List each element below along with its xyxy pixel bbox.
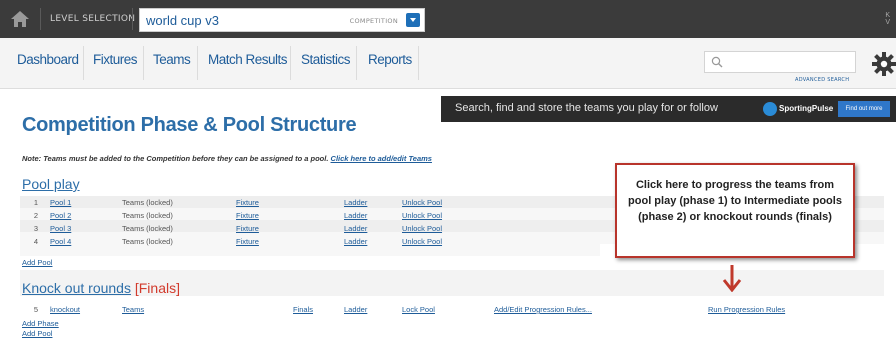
page-title: Competition Phase & Pool Structure: [22, 114, 357, 136]
pool-number: 2: [33, 211, 38, 220]
pool-link[interactable]: Pool 1: [50, 198, 71, 207]
banner-text: Search, find and store the teams you pla…: [455, 102, 718, 114]
ladder-link[interactable]: Ladder: [344, 211, 367, 220]
chevron-down-icon[interactable]: [406, 13, 420, 27]
nav-match-results[interactable]: Match Results: [208, 52, 288, 67]
add-phase-link[interactable]: Add Phase: [22, 319, 59, 328]
nav-divider: [356, 46, 357, 80]
top-bar: LEVEL SELECTION world cup v3 COMPETITION…: [0, 0, 896, 38]
nav-divider: [197, 46, 198, 80]
competition-select[interactable]: world cup v3 COMPETITION: [139, 8, 425, 32]
nav-divider: [418, 46, 419, 80]
teams-status: Teams (locked): [122, 237, 173, 246]
advanced-search-link[interactable]: ADVANCED SEARCH: [795, 77, 849, 83]
ladder-link[interactable]: Ladder: [344, 305, 367, 314]
add-pool-link[interactable]: Add Pool: [22, 258, 52, 267]
main-nav: Dashboard Fixtures Teams Match Results S…: [0, 38, 896, 89]
pool-link[interactable]: Pool 4: [50, 237, 71, 246]
search-icon: [711, 56, 723, 68]
sportingpulse-logo-icon: [763, 102, 777, 116]
pool-link[interactable]: Pool 2: [50, 211, 71, 220]
search-input[interactable]: [704, 51, 856, 73]
competition-type-label: COMPETITION: [349, 17, 398, 25]
edit-progression-rules-link[interactable]: Add/Edit Progression Rules...: [494, 305, 592, 314]
promo-banner: Search, find and store the teams you pla…: [441, 96, 896, 122]
topbar-right-text: K V: [885, 12, 890, 26]
add-edit-teams-link[interactable]: Click here to add/edit Teams: [331, 154, 432, 163]
pool-number: 4: [33, 237, 38, 246]
topbar-right-line-2: V: [885, 19, 890, 26]
knockout-title: Knock out rounds [Finals]: [22, 280, 180, 296]
pool-number: 3: [33, 224, 38, 233]
fixture-link[interactable]: Fixture: [236, 237, 259, 246]
finals-link[interactable]: Finals: [293, 305, 313, 314]
nav-dashboard[interactable]: Dashboard: [17, 52, 79, 67]
ladder-link[interactable]: Ladder: [344, 198, 367, 207]
fixture-link[interactable]: Fixture: [236, 224, 259, 233]
callout-box: Click here to progress the teams from po…: [615, 163, 855, 258]
pool-number: 1: [33, 198, 38, 207]
competition-name: world cup v3: [146, 13, 219, 28]
unlock-pool-link[interactable]: Unlock Pool: [402, 198, 442, 207]
run-progression-rules-link[interactable]: Run Progression Rules: [708, 305, 785, 314]
banner-brand: SportingPulse: [779, 104, 834, 113]
pool-number: 5: [33, 305, 38, 314]
teams-status: Teams (locked): [122, 211, 173, 220]
unlock-pool-link[interactable]: Unlock Pool: [402, 237, 442, 246]
unlock-pool-link[interactable]: Unlock Pool: [402, 211, 442, 220]
ladder-link[interactable]: Ladder: [344, 237, 367, 246]
fixture-link[interactable]: Fixture: [236, 211, 259, 220]
callout-text: Click here to progress the teams from po…: [628, 179, 842, 223]
gear-icon[interactable]: [872, 52, 896, 76]
nav-fixtures[interactable]: Fixtures: [93, 52, 138, 67]
arrow-down-icon: [722, 265, 742, 292]
table-row: [20, 244, 600, 256]
ladder-link[interactable]: Ladder: [344, 224, 367, 233]
note-body: Note: Teams must be added to the Competi…: [22, 154, 329, 163]
teams-status: Teams (locked): [122, 198, 173, 207]
fixture-link[interactable]: Fixture: [236, 198, 259, 207]
nav-divider: [83, 46, 84, 80]
unlock-pool-link[interactable]: Unlock Pool: [402, 224, 442, 233]
level-selection-label[interactable]: LEVEL SELECTION: [50, 14, 135, 24]
divider: [40, 8, 41, 30]
home-icon[interactable]: [10, 10, 30, 28]
pool-play-title[interactable]: Pool play: [22, 176, 80, 192]
find-out-more-button[interactable]: Find out more: [838, 101, 890, 117]
finals-label: [Finals]: [134, 280, 180, 296]
pool-link[interactable]: Pool 3: [50, 224, 71, 233]
nav-divider: [290, 46, 291, 80]
lock-pool-link[interactable]: Lock Pool: [402, 305, 435, 314]
teams-link[interactable]: Teams: [122, 305, 144, 314]
topbar-right-line-1: K: [885, 12, 890, 19]
divider: [132, 8, 133, 30]
knockout-title-text[interactable]: Knock out rounds: [22, 280, 131, 296]
nav-statistics[interactable]: Statistics: [301, 52, 351, 67]
nav-divider: [143, 46, 144, 80]
knockout-pool-link[interactable]: knockout: [50, 305, 80, 314]
nav-reports[interactable]: Reports: [368, 52, 412, 67]
teams-status: Teams (locked): [122, 224, 173, 233]
note-text: Note: Teams must be added to the Competi…: [22, 154, 432, 163]
nav-teams[interactable]: Teams: [153, 52, 191, 67]
add-pool-link[interactable]: Add Pool: [22, 329, 52, 338]
